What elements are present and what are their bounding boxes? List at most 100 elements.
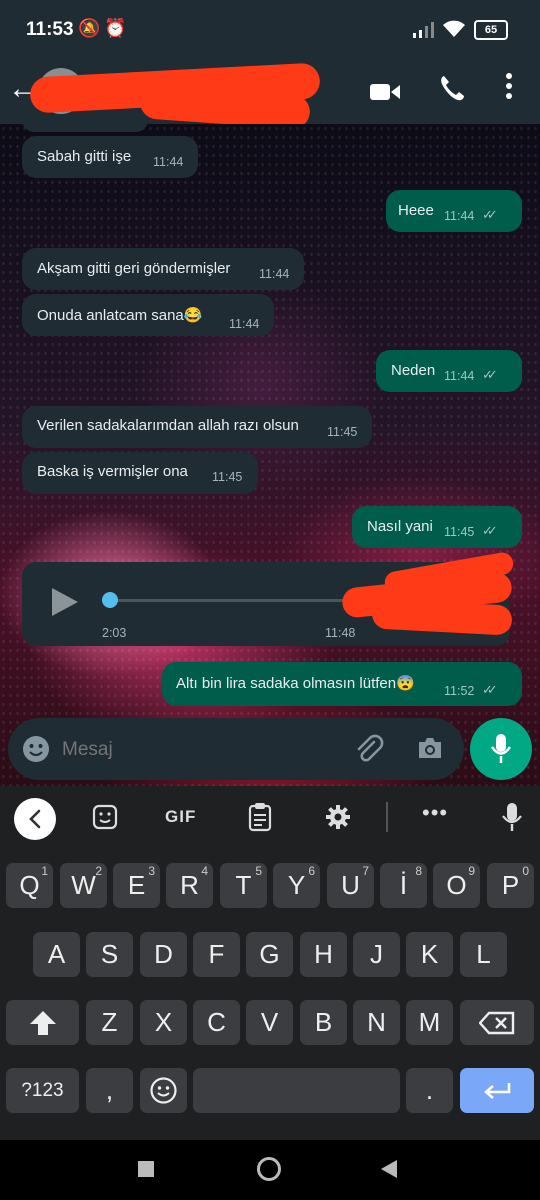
key-char: İ xyxy=(399,870,408,900)
message-text: Neden xyxy=(391,362,436,379)
key-f[interactable]: F xyxy=(193,932,240,977)
message-composer xyxy=(8,718,464,780)
message-time: 11:44 xyxy=(229,317,260,331)
message-bubble-incoming[interactable]: Sabah gitti işe 11:44 xyxy=(22,136,198,178)
audio-scrubber-handle[interactable] xyxy=(102,592,118,608)
message-text: Heee xyxy=(398,202,434,219)
message-bubble-incoming[interactable]: Akşam gitti geri göndermişler 11:44 xyxy=(22,248,304,290)
key-c[interactable]: C xyxy=(193,1000,240,1045)
chevron-left-icon xyxy=(29,809,41,829)
key-i-dotted[interactable]: İ8 xyxy=(380,863,427,908)
message-time: 11:52 xyxy=(444,684,475,698)
play-icon[interactable] xyxy=(50,586,80,618)
key-q[interactable]: Q1 xyxy=(6,863,53,908)
key-number-hint: 1 xyxy=(41,864,48,878)
key-s[interactable]: S xyxy=(86,932,133,977)
key-b[interactable]: B xyxy=(300,1000,347,1045)
read-receipt-icon: ✓✓ xyxy=(482,682,498,697)
key-l[interactable]: L xyxy=(460,932,507,977)
symbols-key[interactable]: ?123 xyxy=(6,1068,79,1113)
settings-gear-icon[interactable] xyxy=(325,804,351,830)
message-bubble-outgoing[interactable]: Heee 11:44 ✓✓ xyxy=(386,190,522,232)
key-u[interactable]: U7 xyxy=(327,863,374,908)
clipboard-icon[interactable] xyxy=(248,802,272,832)
enter-arrow-icon xyxy=(484,1083,511,1099)
key-a[interactable]: A xyxy=(33,932,80,977)
key-g[interactable]: G xyxy=(246,932,293,977)
voice-duration: 2:03 xyxy=(102,626,127,640)
shift-key[interactable] xyxy=(6,1000,79,1045)
key-number-hint: 8 xyxy=(415,864,422,878)
key-v[interactable]: V xyxy=(246,1000,293,1045)
system-nav-bar xyxy=(0,1140,540,1200)
message-bubble-incoming[interactable]: Onuda anlatcam sana😂 11:44 xyxy=(22,294,274,336)
backspace-key[interactable] xyxy=(460,1000,534,1045)
enter-key[interactable] xyxy=(460,1068,534,1113)
emoji-icon[interactable] xyxy=(22,735,50,763)
status-bar: 11:53 🔕 ⏰ 65 xyxy=(0,0,540,60)
message-bubble-incoming[interactable]: Baska iş vermişler ona 11:45 xyxy=(22,452,258,494)
message-text: Altı bin lira sadaka olmasın lütfen😨 xyxy=(176,675,415,692)
key-x[interactable]: X xyxy=(140,1000,187,1045)
message-text: Nasıl yani xyxy=(367,518,433,535)
video-call-icon[interactable] xyxy=(370,82,400,102)
voice-record-button[interactable] xyxy=(470,718,532,780)
battery-indicator: 65 xyxy=(474,20,508,40)
key-d[interactable]: D xyxy=(140,932,187,977)
key-w[interactable]: W2 xyxy=(60,863,107,908)
message-bubble-incoming[interactable]: Verilen sadakalarımdan allah razı olsun … xyxy=(22,406,372,448)
camera-icon[interactable] xyxy=(416,736,444,760)
period-key[interactable]: . xyxy=(406,1068,453,1113)
key-e[interactable]: E3 xyxy=(113,863,160,908)
key-y[interactable]: Y6 xyxy=(273,863,320,908)
key-z[interactable]: Z xyxy=(86,1000,133,1045)
key-h[interactable]: H xyxy=(300,932,347,977)
key-n[interactable]: N xyxy=(353,1000,400,1045)
message-bubble-outgoing[interactable]: Neden 11:44 ✓✓ xyxy=(376,350,522,392)
sticker-icon[interactable] xyxy=(92,804,118,830)
key-char: T xyxy=(235,870,252,900)
redaction-mark xyxy=(371,598,513,636)
recents-button[interactable] xyxy=(138,1161,154,1177)
key-m[interactable]: M xyxy=(406,1000,453,1045)
key-o[interactable]: O9 xyxy=(433,863,480,908)
signal-icon xyxy=(413,22,434,38)
message-input[interactable] xyxy=(60,732,344,768)
more-options-icon[interactable] xyxy=(505,72,513,100)
key-char: E xyxy=(127,870,146,900)
alarm-icon: ⏰ xyxy=(104,18,127,38)
phone-call-icon[interactable] xyxy=(438,74,466,102)
key-number-hint: 9 xyxy=(468,864,475,878)
key-r[interactable]: R4 xyxy=(166,863,213,908)
key-p[interactable]: P0 xyxy=(487,863,534,908)
message-bubble-outgoing[interactable]: Altı bin lira sadaka olmasın lütfen😨 11:… xyxy=(162,662,522,706)
key-j[interactable]: J xyxy=(353,932,400,977)
back-button-icon[interactable] xyxy=(380,1159,398,1179)
voice-message-bubble[interactable]: 2:03 11:48 xyxy=(22,550,515,646)
message-time: 11:45 xyxy=(212,470,243,484)
space-bar[interactable] xyxy=(193,1068,400,1113)
voice-input-microphone-icon[interactable] xyxy=(502,802,522,832)
key-number-hint: 4 xyxy=(201,864,208,878)
gif-button[interactable]: GIF xyxy=(165,807,196,827)
message-time: 11:44 xyxy=(444,369,475,383)
key-number-hint: 3 xyxy=(148,864,155,878)
microphone-icon xyxy=(490,734,512,763)
home-button[interactable] xyxy=(257,1157,281,1181)
message-bubble-outgoing[interactable]: Nasıl yani 11:45 ✓✓ xyxy=(352,506,522,548)
comma-key[interactable]: , xyxy=(86,1068,133,1113)
message-time: 11:48 xyxy=(325,626,356,640)
emoji-key[interactable] xyxy=(140,1068,187,1113)
keyboard-collapse-button[interactable] xyxy=(14,798,56,840)
key-t[interactable]: T5 xyxy=(220,863,267,908)
shift-arrow-icon xyxy=(30,1011,56,1035)
read-receipt-icon: ✓✓ xyxy=(482,207,498,222)
status-time: 11:53 xyxy=(26,19,74,40)
more-icon[interactable]: ••• xyxy=(422,800,448,826)
wifi-icon xyxy=(443,20,465,37)
backspace-icon xyxy=(479,1011,515,1035)
key-k[interactable]: K xyxy=(406,932,453,977)
message-text: Sabah gitti işe xyxy=(37,148,132,165)
attach-paperclip-icon[interactable] xyxy=(354,734,384,764)
message-time: 11:45 xyxy=(444,525,475,539)
